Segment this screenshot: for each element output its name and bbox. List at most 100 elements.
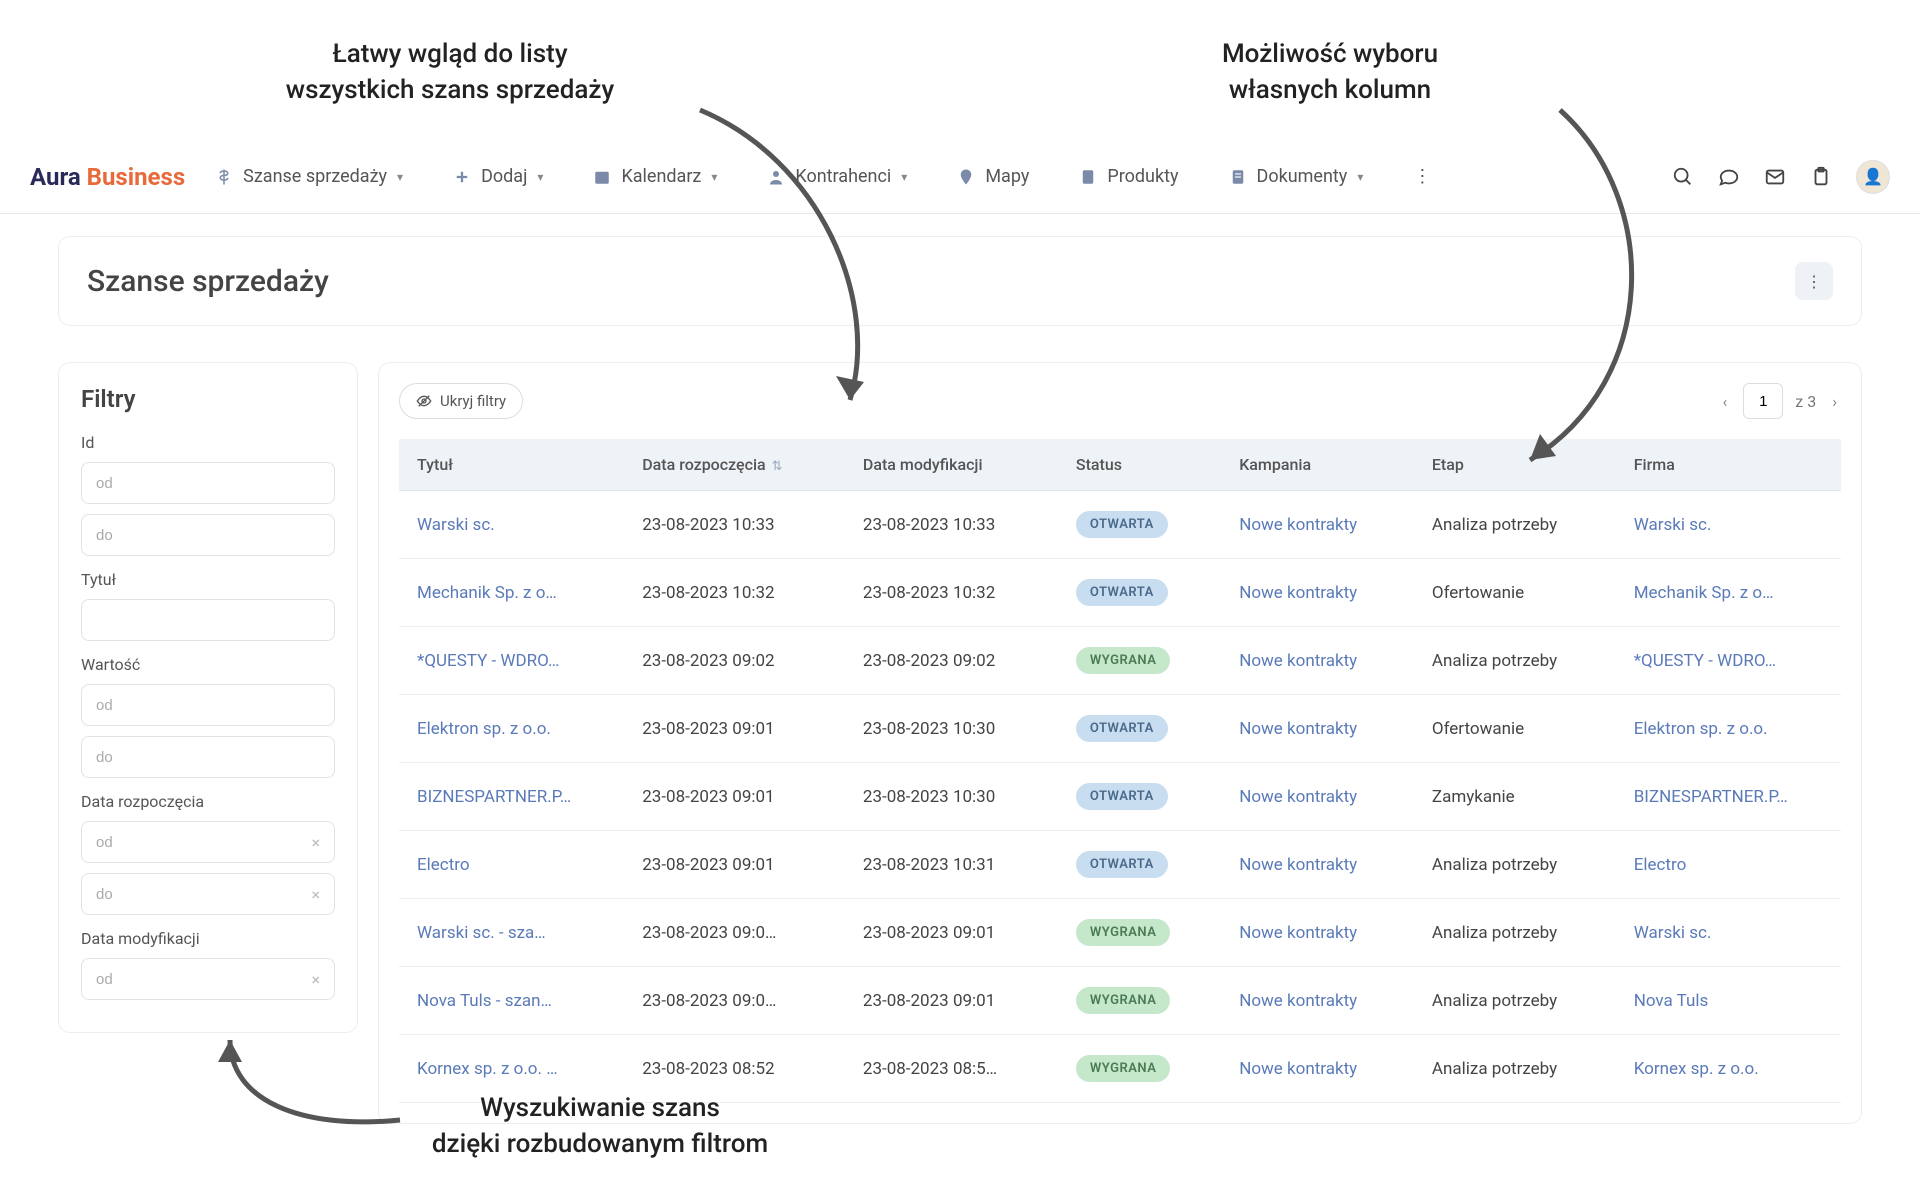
clear-icon[interactable]: × — [311, 970, 320, 989]
cell-firma[interactable]: Kornex sp. z o.o. — [1616, 1035, 1841, 1103]
cell-firma[interactable]: Nova Tuls — [1616, 967, 1841, 1035]
cell-start: 23-08-2023 09:02 — [624, 627, 845, 695]
pager-prev[interactable]: ‹ — [1718, 388, 1731, 415]
cell-firma[interactable]: Electro — [1616, 831, 1841, 899]
table-row[interactable]: Elektron sp. z o.o.23-08-2023 09:0123-08… — [399, 695, 1841, 763]
cell-etap: Analiza potrzeby — [1414, 899, 1616, 967]
filter-wartosc-from[interactable] — [81, 684, 335, 726]
filter-datarozp-label: Data rozpoczęcia — [81, 792, 335, 811]
table-row[interactable]: Warski sc. - sza…23-08-2023 09:0…23-08-2… — [399, 899, 1841, 967]
nav-kalendarz[interactable]: Kalendarz ▾ — [593, 166, 717, 187]
book-icon — [1079, 168, 1097, 186]
col-firma[interactable]: Firma — [1616, 439, 1841, 491]
cell-tytul[interactable]: *QUESTY - WDRO… — [399, 627, 624, 695]
person-icon — [767, 168, 785, 186]
filter-datamod-from[interactable]: × — [81, 958, 335, 1000]
cell-tytul[interactable]: Mechanik Sp. z o… — [399, 559, 624, 627]
col-kampania[interactable]: Kampania — [1221, 439, 1414, 491]
nav-label: Kontrahenci — [795, 166, 891, 187]
cell-tytul[interactable]: Electro — [399, 831, 624, 899]
cell-kampania[interactable]: Nowe kontrakty — [1221, 559, 1414, 627]
filter-datarozp-from[interactable]: × — [81, 821, 335, 863]
status-badge: OTWARTA — [1076, 851, 1168, 878]
clipboard-icon[interactable] — [1810, 166, 1832, 188]
table-row[interactable]: BIZNESPARTNER.P…23-08-2023 09:0123-08-20… — [399, 763, 1841, 831]
filter-datarozp-from-input[interactable] — [96, 834, 311, 851]
col-etap[interactable]: Etap — [1414, 439, 1616, 491]
logo: Aura Business — [30, 163, 185, 191]
main-nav: Szanse sprzedaży ▾ Dodaj ▾ Kalendarz ▾ K… — [215, 166, 1672, 187]
cell-firma[interactable]: BIZNESPARTNER.P… — [1616, 763, 1841, 831]
filter-id-from-input[interactable] — [96, 475, 320, 492]
topbar: Aura Business Szanse sprzedaży ▾ Dodaj ▾… — [0, 140, 1920, 214]
col-tytul[interactable]: Tytuł — [399, 439, 624, 491]
nav-dokumenty[interactable]: Dokumenty ▾ — [1229, 166, 1364, 187]
table-row[interactable]: Electro23-08-2023 09:0123-08-2023 10:31O… — [399, 831, 1841, 899]
pager-total: z 3 — [1795, 392, 1816, 411]
cell-tytul[interactable]: Warski sc. — [399, 491, 624, 559]
table-row[interactable]: Warski sc.23-08-2023 10:3323-08-2023 10:… — [399, 491, 1841, 559]
mail-icon[interactable] — [1764, 166, 1786, 188]
cell-firma[interactable]: Elektron sp. z o.o. — [1616, 695, 1841, 763]
nav-szanse[interactable]: Szanse sprzedaży ▾ — [215, 166, 403, 187]
clear-icon[interactable]: × — [311, 833, 320, 852]
col-status[interactable]: Status — [1058, 439, 1221, 491]
cell-kampania[interactable]: Nowe kontrakty — [1221, 1035, 1414, 1103]
filter-tytul-input[interactable] — [96, 612, 320, 629]
nav-more[interactable]: ⋮ — [1413, 166, 1431, 187]
cell-tytul[interactable]: Nova Tuls - szan… — [399, 967, 624, 1035]
hide-filters-label: Ukryj filtry — [440, 392, 506, 410]
hide-filters-button[interactable]: Ukryj filtry — [399, 383, 523, 419]
filter-wartosc-from-input[interactable] — [96, 697, 320, 714]
cell-firma[interactable]: Mechanik Sp. z o… — [1616, 559, 1841, 627]
filter-wartosc-label: Wartość — [81, 655, 335, 674]
nav-label: Szanse sprzedaży — [243, 166, 387, 187]
pager-current-input[interactable] — [1743, 383, 1783, 419]
filter-id-to[interactable] — [81, 514, 335, 556]
cell-kampania[interactable]: Nowe kontrakty — [1221, 763, 1414, 831]
avatar[interactable]: 👤 — [1856, 160, 1890, 194]
clear-icon[interactable]: × — [311, 885, 320, 904]
filter-wartosc-to[interactable] — [81, 736, 335, 778]
table-row[interactable]: *QUESTY - WDRO…23-08-2023 09:0223-08-202… — [399, 627, 1841, 695]
table-row[interactable]: Nova Tuls - szan…23-08-2023 09:0…23-08-2… — [399, 967, 1841, 1035]
cell-kampania[interactable]: Nowe kontrakty — [1221, 967, 1414, 1035]
status-badge: OTWARTA — [1076, 511, 1168, 538]
table-row[interactable]: Mechanik Sp. z o…23-08-2023 10:3223-08-2… — [399, 559, 1841, 627]
col-data-modyfikacji[interactable]: Data modyfikacji — [845, 439, 1058, 491]
filter-datamod-from-input[interactable] — [96, 971, 311, 988]
filter-datarozp-to[interactable]: × — [81, 873, 335, 915]
cell-tytul[interactable]: Warski sc. - sza… — [399, 899, 624, 967]
cell-mod: 23-08-2023 10:33 — [845, 491, 1058, 559]
pager-next[interactable]: › — [1828, 388, 1841, 415]
cell-etap: Analiza potrzeby — [1414, 1035, 1616, 1103]
filter-tytul[interactable] — [81, 599, 335, 641]
cell-tytul[interactable]: BIZNESPARTNER.P… — [399, 763, 624, 831]
filter-heading: Filtry — [81, 385, 335, 413]
search-icon[interactable] — [1672, 166, 1694, 188]
cell-kampania[interactable]: Nowe kontrakty — [1221, 899, 1414, 967]
cell-kampania[interactable]: Nowe kontrakty — [1221, 627, 1414, 695]
document-icon — [1229, 168, 1247, 186]
filter-id-to-input[interactable] — [96, 527, 320, 544]
nav-produkty[interactable]: Produkty — [1079, 166, 1178, 187]
page-more-button[interactable]: ⋮ — [1795, 262, 1833, 300]
filter-datarozp-to-input[interactable] — [96, 886, 311, 903]
filter-wartosc-to-input[interactable] — [96, 749, 320, 766]
nav-label: Kalendarz — [621, 166, 701, 187]
cell-firma[interactable]: Warski sc. — [1616, 899, 1841, 967]
cell-kampania[interactable]: Nowe kontrakty — [1221, 831, 1414, 899]
cell-tytul[interactable]: Elektron sp. z o.o. — [399, 695, 624, 763]
chat-icon[interactable] — [1718, 166, 1740, 188]
nav-kontrahenci[interactable]: Kontrahenci ▾ — [767, 166, 907, 187]
filter-id-from[interactable] — [81, 462, 335, 504]
cell-kampania[interactable]: Nowe kontrakty — [1221, 491, 1414, 559]
cell-kampania[interactable]: Nowe kontrakty — [1221, 695, 1414, 763]
cell-firma[interactable]: *QUESTY - WDRO… — [1616, 627, 1841, 695]
status-badge: OTWARTA — [1076, 783, 1168, 810]
col-data-rozpoczecia[interactable]: Data rozpoczęcia⇅ — [624, 439, 845, 491]
nav-mapy[interactable]: Mapy — [957, 166, 1029, 187]
cell-mod: 23-08-2023 10:30 — [845, 695, 1058, 763]
cell-firma[interactable]: Warski sc. — [1616, 491, 1841, 559]
nav-dodaj[interactable]: Dodaj ▾ — [453, 166, 543, 187]
